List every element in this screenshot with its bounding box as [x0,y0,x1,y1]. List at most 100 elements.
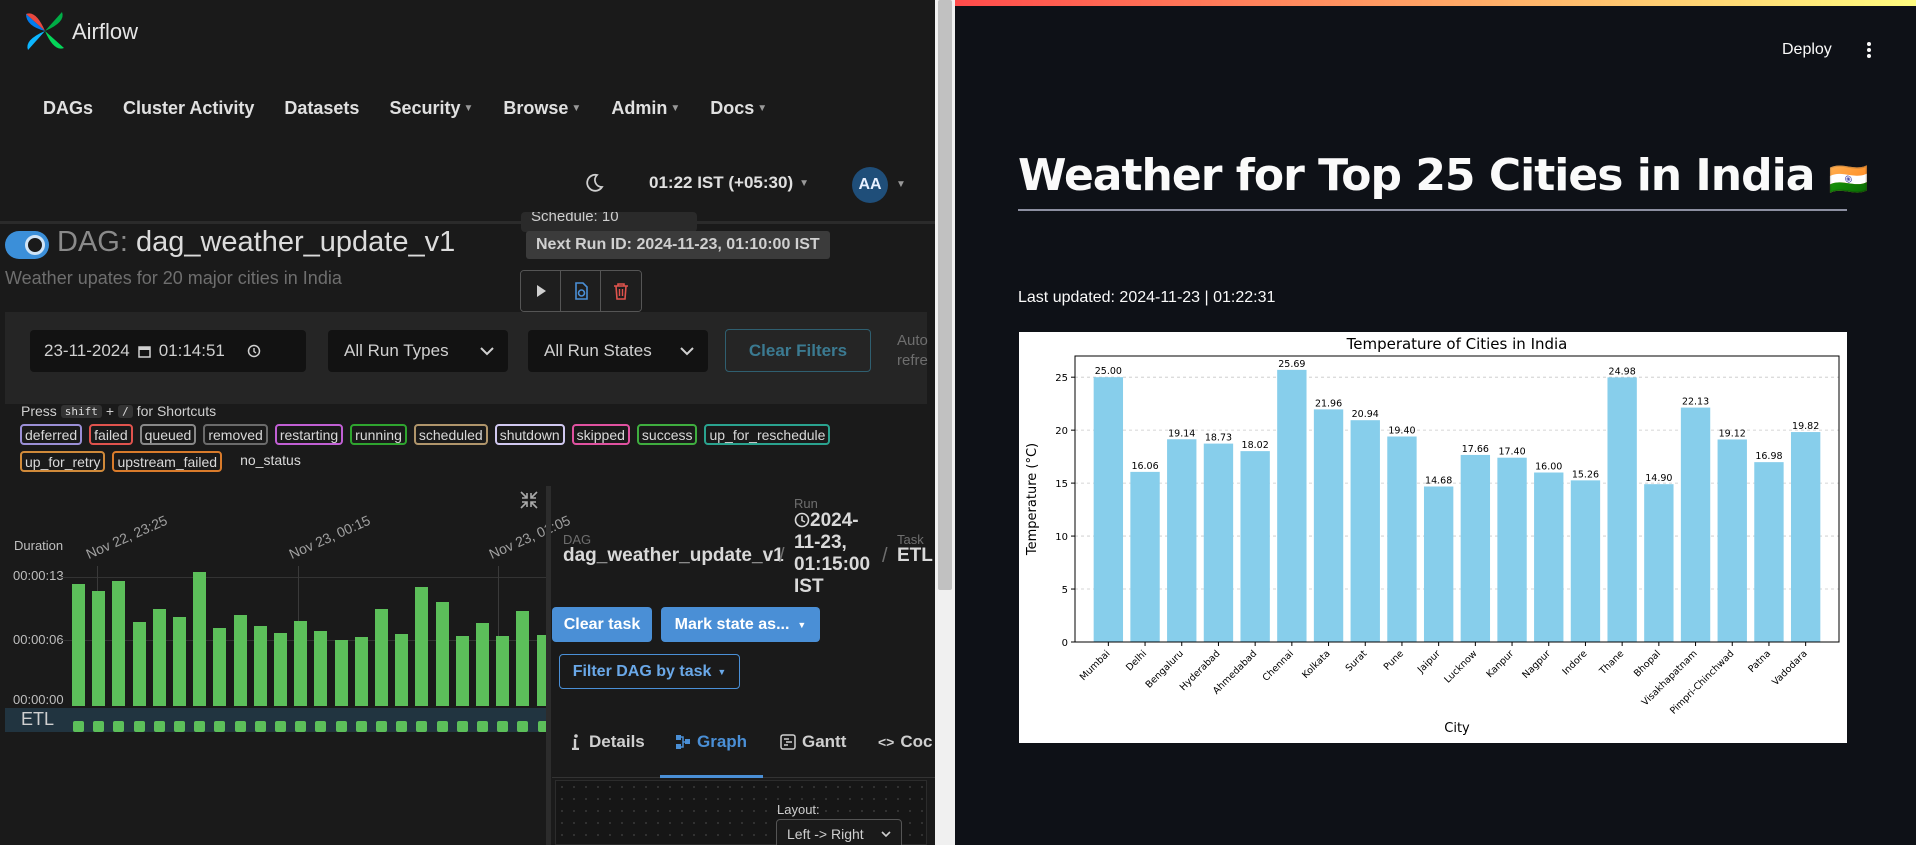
avatar[interactable]: AA [852,167,888,203]
clear-task-button[interactable]: Clear task [552,607,652,642]
deploy-button[interactable]: Deploy [1782,41,1832,59]
dag-pause-toggle[interactable] [5,231,49,259]
dag-run-bar[interactable] [274,632,287,706]
dag-run-bar[interactable] [132,621,146,706]
timezone-menu[interactable]: 01:22 IST (+05:30) ▼ [649,173,809,193]
task-instance-square[interactable] [497,721,509,732]
task-instance-square[interactable] [456,721,468,732]
state-chip-success[interactable]: success [636,424,698,445]
task-instance-square[interactable] [517,721,529,732]
panel-resize-handle[interactable] [546,486,551,845]
task-instance-square[interactable] [73,721,84,732]
state-chip-no-status[interactable]: no_status [237,451,304,472]
nav-admin[interactable]: Admin ▼ [611,98,680,119]
vertical-scrollbar[interactable] [935,0,955,845]
calendar-icon[interactable] [137,345,151,358]
layout-select[interactable]: Left -> Right [776,819,902,845]
state-chip-shutdown[interactable]: shutdown [494,424,565,445]
nav-security[interactable]: Security ▼ [389,98,473,119]
nav-docs[interactable]: Docs ▼ [710,98,767,119]
task-instance-square[interactable] [113,721,125,732]
delete-dag-button[interactable] [601,271,641,311]
task-instance-square[interactable] [234,721,246,732]
dag-run-bar[interactable] [173,616,186,706]
more-menu-icon[interactable] [1866,40,1872,60]
mark-state-button[interactable]: Mark state as... ▼ [661,607,820,642]
tab-graph[interactable]: Graph [675,732,747,752]
airflow-logo[interactable] [22,8,68,54]
trigger-dag-button[interactable] [521,271,561,311]
dag-run-bar[interactable] [415,586,429,706]
task-instance-square[interactable] [355,721,367,732]
task-instance-square[interactable] [376,721,387,732]
state-chip-skipped[interactable]: skipped [571,424,630,445]
tab-gantt[interactable]: Gantt [780,732,846,752]
reparse-dag-button[interactable] [561,271,601,311]
task-instance-square[interactable] [335,721,347,732]
dag-run-bar[interactable] [435,601,449,706]
dag-run-bar[interactable] [476,622,489,706]
tab-details[interactable]: Details [569,732,645,752]
scrollbar-thumb[interactable] [938,0,952,590]
run-type-select[interactable]: All Run Types [328,330,508,372]
state-chip-up-for-retry[interactable]: up_for_retry [20,451,106,472]
task-instance-square[interactable] [477,721,488,732]
breadcrumb-dag[interactable]: dag_weather_update_v1 [563,545,784,567]
dag-run-bar[interactable] [92,590,106,706]
task-instance-square[interactable] [214,721,226,732]
state-chip-up-for-reschedule[interactable]: up_for_reschedule [704,424,831,445]
brand-name[interactable]: Airflow [72,19,138,45]
task-name-etl[interactable]: ETL [21,709,54,730]
dag-run-bar[interactable] [395,633,409,706]
state-chip-running[interactable]: running [350,424,407,445]
task-instance-square[interactable] [315,721,327,732]
task-instance-square[interactable] [194,721,206,732]
dag-run-bar[interactable] [112,580,126,706]
nav-browse[interactable]: Browse ▼ [503,98,581,119]
dag-run-bar[interactable] [314,630,328,706]
dag-run-bar[interactable] [152,608,166,706]
dag-run-bar[interactable] [375,608,388,706]
task-instance-square[interactable] [416,721,428,732]
task-instance-square[interactable] [295,721,307,732]
nav-dags[interactable]: DAGs [43,98,93,119]
dag-run-bar[interactable] [193,572,207,706]
state-chip-scheduled[interactable]: scheduled [413,424,488,445]
dag-run-bar[interactable] [213,627,227,706]
dag-run-bar[interactable] [354,636,368,706]
state-chip-removed[interactable]: removed [203,424,268,445]
task-instance-square[interactable] [174,721,185,732]
breadcrumb-task[interactable]: ETL [897,545,933,567]
dag-run-bar[interactable] [516,610,530,706]
state-chip-queued[interactable]: queued [139,424,197,445]
clock-icon[interactable] [247,344,261,358]
nav-datasets[interactable]: Datasets [284,98,359,119]
filter-dag-by-task-button[interactable]: Filter DAG by task ▼ [559,654,740,689]
dag-run-bar[interactable] [294,620,308,706]
breadcrumb-run[interactable]: 2024-11-23, 01:15:00 IST [794,510,884,598]
auto-refresh-label[interactable]: Auto refre [897,331,928,371]
task-instance-square[interactable] [133,721,145,732]
task-instance-square[interactable] [93,721,105,732]
task-instance-square[interactable] [153,721,165,732]
chevron-down-icon[interactable]: ▼ [896,179,906,190]
state-chip-restarting[interactable]: restarting [274,424,344,445]
run-state-select[interactable]: All Run States [528,330,708,372]
task-instance-square[interactable] [254,721,266,732]
base-date-input[interactable]: 23-11-2024 01:14:51 [30,330,306,372]
tab-code[interactable]: <> Coc [878,732,932,752]
dag-run-bar[interactable] [455,635,469,706]
state-chip-upstream-failed[interactable]: upstream_failed [112,451,223,472]
collapse-icon[interactable] [519,490,539,510]
dag-run-bar[interactable] [253,625,267,706]
task-instance-square[interactable] [396,721,408,732]
nav-cluster-activity[interactable]: Cluster Activity [123,98,254,119]
dag-run-bar[interactable] [72,583,85,706]
dag-run-bar[interactable] [334,639,348,706]
dag-run-bar[interactable] [496,635,510,706]
task-instance-square[interactable] [275,721,286,732]
moon-icon[interactable] [583,172,605,194]
state-chip-failed[interactable]: failed [89,424,133,445]
clear-filters-button[interactable]: Clear Filters [725,329,871,372]
task-instance-square[interactable] [436,721,448,732]
